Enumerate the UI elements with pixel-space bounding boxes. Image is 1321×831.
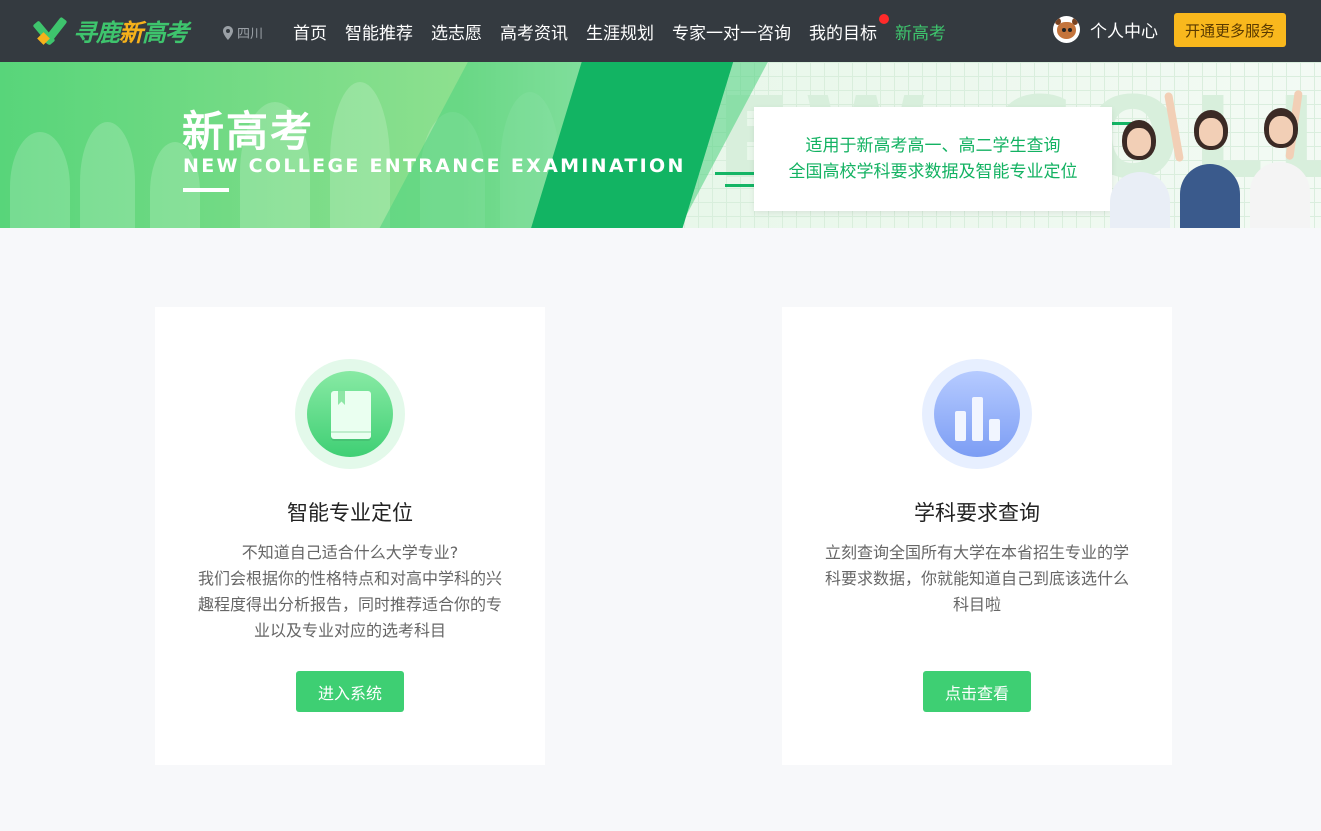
- banner-card-line-1: 适用于新高考高一、高二学生查询: [805, 136, 1061, 156]
- enter-system-button[interactable]: 进入系统: [296, 671, 404, 712]
- location-label: 四川: [237, 27, 264, 42]
- location-selector[interactable]: 四川: [223, 23, 263, 42]
- card-description-line: 不知道自己适合什么大学专业?: [241, 543, 459, 562]
- banner-info-card: 适用于新高考高一、高二学生查询 全国高校学科要求数据及智能专业定位: [754, 107, 1112, 211]
- banner-students-photo: [1110, 62, 1321, 228]
- menu-item-smart-recommend[interactable]: 智能推荐: [345, 19, 413, 44]
- menu-item-my-goals-label: 我的目标: [809, 23, 877, 44]
- book-icon: [295, 359, 405, 469]
- logo-mark-icon: [32, 14, 68, 46]
- menu-item-my-goals[interactable]: 我的目标: [809, 13, 889, 44]
- card-description: 不知道自己适合什么大学专业? 我们会根据你的性格特点和对高中学科的兴 趣程度得出…: [181, 540, 519, 644]
- subject-requirement-query-card: 学科要求查询 立刻查询全国所有大学在本省招生专业的学 科要求数据，你就能知道自己…: [782, 307, 1172, 765]
- banner-title-underline: [183, 188, 229, 192]
- logo-text-part2: 新: [119, 18, 143, 47]
- menu-item-home[interactable]: 首页: [293, 19, 327, 44]
- menu-item-choose-volunteer[interactable]: 选志愿: [431, 19, 482, 44]
- banner-subtitle: NEW COLLEGE ENTRANCE EXAMINATION: [183, 155, 686, 177]
- card-title: 智能专业定位: [287, 501, 413, 525]
- top-nav-bar: 寻鹿新高考 四川 首页 智能推荐 选志愿 高考资讯 生涯规划 专家一对一咨询 我…: [0, 0, 1321, 62]
- user-center-label: 个人中心: [1090, 22, 1158, 42]
- logo-text: 寻鹿新高考: [73, 13, 189, 48]
- user-center-link[interactable]: 个人中心: [1053, 16, 1158, 43]
- site-logo[interactable]: 寻鹿新高考: [32, 13, 189, 48]
- banner-title: 新高考: [182, 107, 315, 156]
- location-pin-icon: [223, 25, 233, 40]
- card-description-line: 业以及专业对应的选考科目: [253, 621, 446, 640]
- card-description-line: 我们会根据你的性格特点和对高中学科的兴: [197, 569, 502, 588]
- notification-dot: [879, 13, 889, 24]
- card-description-line: 立刻查询全国所有大学在本省招生专业的学: [824, 543, 1129, 562]
- card-description-line: 科要求数据，你就能知道自己到底该选什么: [824, 569, 1129, 588]
- open-more-services-button[interactable]: 开通更多服务: [1174, 13, 1286, 47]
- logo-text-part1: 寻鹿: [73, 18, 120, 47]
- card-title: 学科要求查询: [914, 501, 1040, 525]
- hero-banner: NEW COLLEG 新高考 NEW COLLEGE ENTRANCE EXAM…: [0, 62, 1321, 228]
- bar-chart-icon: [922, 359, 1032, 469]
- card-description-line: 趣程度得出分析报告，同时推荐适合你的专: [197, 595, 502, 614]
- card-description: 立刻查询全国所有大学在本省招生专业的学 科要求数据，你就能知道自己到底该选什么 …: [808, 540, 1146, 618]
- logo-text-part3: 高考: [142, 18, 189, 47]
- avatar: [1053, 16, 1080, 43]
- banner-card-line-2: 全国高校学科要求数据及智能专业定位: [788, 162, 1078, 182]
- card-description-line: 科目啦: [952, 595, 1001, 614]
- click-to-view-button[interactable]: 点击查看: [923, 671, 1031, 712]
- menu-item-expert-consult[interactable]: 专家一对一咨询: [672, 19, 791, 44]
- menu-item-gaokao-news[interactable]: 高考资讯: [500, 19, 568, 44]
- smart-major-positioning-card: 智能专业定位 不知道自己适合什么大学专业? 我们会根据你的性格特点和对高中学科的…: [155, 307, 545, 765]
- main-menu: 首页 智能推荐 选志愿 高考资讯 生涯规划 专家一对一咨询 我的目标 新高考: [293, 0, 964, 62]
- menu-item-new-gaokao[interactable]: 新高考: [895, 19, 946, 44]
- banner-accent-line: [715, 172, 755, 175]
- menu-item-career-planning[interactable]: 生涯规划: [586, 19, 654, 44]
